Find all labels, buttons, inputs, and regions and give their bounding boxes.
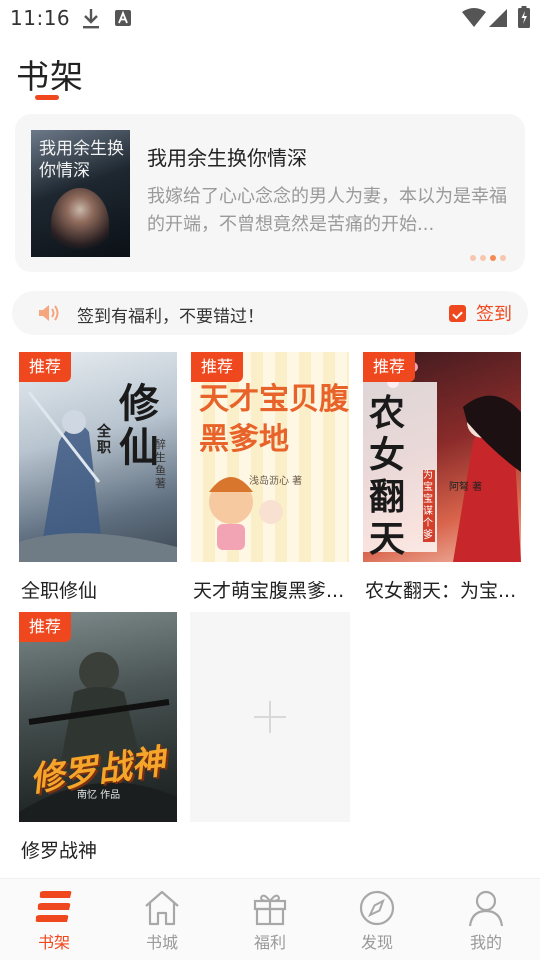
signal-icon bbox=[489, 8, 508, 32]
book-cover[interactable]: 农女翻天 为宝宝谋个爹 阿弩 著 bbox=[363, 352, 521, 562]
nav-bookstore[interactable]: 书城 bbox=[122, 879, 202, 960]
nav-label: 我的 bbox=[469, 933, 502, 952]
carousel-dot bbox=[480, 255, 486, 261]
recommend-cover[interactable]: 我用余生换你情深 bbox=[31, 130, 130, 257]
book-title[interactable]: 农女翻天：为宝... bbox=[365, 576, 525, 603]
book-title[interactable]: 全职修仙 bbox=[21, 576, 181, 603]
signin-button[interactable]: 签到 bbox=[449, 300, 512, 326]
nav-welfare[interactable]: 福利 bbox=[230, 879, 310, 960]
recommend-tag: 推荐 bbox=[19, 352, 71, 382]
book-cover-title: 农女翻天 bbox=[369, 392, 406, 560]
book-cover-author: 醉生鱼 著 bbox=[155, 438, 166, 490]
home-icon bbox=[142, 889, 182, 927]
book-cover-author: 南忆 作品 bbox=[77, 790, 121, 801]
gift-icon bbox=[250, 889, 290, 927]
nav-profile[interactable]: 我的 bbox=[446, 879, 526, 960]
recommend-tag: 推荐 bbox=[191, 352, 243, 382]
carousel-dots bbox=[470, 255, 506, 261]
book-item[interactable]: 修仙 全职 醉生鱼 著 推荐 全职修仙 bbox=[19, 352, 179, 610]
carousel-dot bbox=[500, 255, 506, 261]
book-cover[interactable]: 修罗战神 南忆 作品 bbox=[19, 612, 177, 822]
recommend-tag: 推荐 bbox=[363, 352, 415, 382]
title-underline bbox=[35, 95, 59, 100]
book-item[interactable]: 修罗战神 南忆 作品 推荐 修罗战神 bbox=[19, 612, 179, 870]
recommend-description: 我嫁给了心心念念的男人为妻，本以为是幸福的开端，不曾想竟然是苦痛的开始... bbox=[147, 186, 507, 235]
nav-label: 书架 bbox=[37, 933, 70, 952]
book-item[interactable]: 天才宝贝腹黑爹地 浅岛沥心 著 推荐 天才萌宝腹黑爹... bbox=[191, 352, 351, 610]
nav-label: 发现 bbox=[360, 933, 393, 952]
signin-banner[interactable]: 签到有福利，不要错过！ 签到 bbox=[12, 291, 528, 335]
book-title[interactable]: 修罗战神 bbox=[21, 836, 181, 863]
book-cover[interactable]: 天才宝贝腹黑爹地 浅岛沥心 著 bbox=[191, 352, 349, 562]
status-time: 11:16 bbox=[10, 6, 71, 30]
recommend-title[interactable]: 我用余生换你情深 bbox=[147, 142, 307, 171]
nav-label: 福利 bbox=[253, 933, 286, 952]
recommend-cover-figure bbox=[51, 188, 109, 257]
calendar-check-icon bbox=[449, 304, 466, 322]
nav-label: 书城 bbox=[145, 933, 178, 952]
wifi-icon bbox=[462, 8, 486, 32]
user-icon bbox=[466, 889, 506, 927]
bottom-nav: 书架 书城 福利 发现 我的 bbox=[0, 878, 540, 960]
add-book-slot[interactable] bbox=[190, 612, 350, 822]
nav-discover[interactable]: 发现 bbox=[337, 879, 417, 960]
speaker-icon bbox=[38, 304, 60, 326]
carousel-dot-active bbox=[490, 255, 496, 261]
signin-message: 签到有福利，不要错过！ bbox=[77, 307, 264, 327]
book-cover-subtitle: 为宝宝谋个爹 bbox=[423, 470, 435, 542]
download-icon bbox=[82, 8, 100, 34]
book-cover[interactable]: 修仙 全职 醉生鱼 著 bbox=[19, 352, 177, 562]
bookshelf-icon bbox=[34, 889, 74, 927]
a-notification-icon bbox=[115, 10, 131, 30]
recommend-card[interactable]: 我用余生换你情深 我用余生换你情深 我嫁给了心心念念的男人为妻，本以为是幸福的开… bbox=[15, 114, 525, 272]
book-item[interactable]: 农女翻天 为宝宝谋个爹 阿弩 著 推荐 农女翻天：为宝... bbox=[363, 352, 523, 610]
signin-button-label: 签到 bbox=[476, 304, 512, 325]
compass-icon bbox=[357, 889, 397, 927]
status-bar: 11:16 bbox=[0, 0, 540, 36]
book-cover-author: 阿弩 著 bbox=[449, 482, 483, 493]
book-cover-title: 天才宝贝腹黑爹地 bbox=[199, 382, 349, 457]
battery-icon bbox=[518, 6, 530, 32]
book-cover-author: 浅岛沥心 著 bbox=[249, 476, 303, 487]
nav-bookshelf[interactable]: 书架 bbox=[14, 879, 94, 960]
recommend-tag: 推荐 bbox=[19, 612, 71, 642]
book-cover-subtitle: 全职 bbox=[97, 424, 111, 456]
page-title: 书架 bbox=[16, 57, 84, 96]
book-title[interactable]: 天才萌宝腹黑爹... bbox=[193, 576, 353, 603]
recommend-cover-text: 我用余生换你情深 bbox=[39, 139, 124, 181]
carousel-dot bbox=[470, 255, 476, 261]
